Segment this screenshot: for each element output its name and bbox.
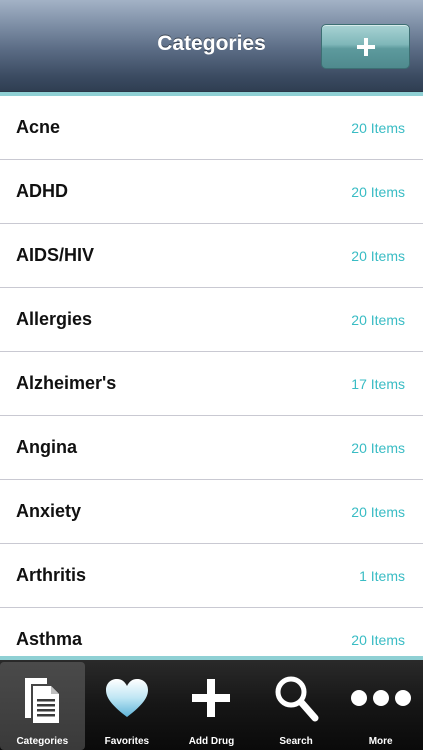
tab-label: More [368, 736, 393, 747]
plus-icon [356, 37, 375, 56]
list-item[interactable]: ADHD 20 Items [0, 160, 423, 224]
tab-more[interactable]: More [338, 660, 423, 750]
documents-icon [25, 678, 60, 723]
list-item[interactable]: Allergies 20 Items [0, 288, 423, 352]
category-count: 20 Items [351, 504, 405, 520]
list-item[interactable]: Arthritis 1 Items [0, 544, 423, 608]
category-count: 20 Items [351, 248, 405, 264]
plus-icon [192, 679, 231, 717]
tab-label: Add Drug [188, 736, 235, 747]
list-item[interactable]: Alzheimer's 17 Items [0, 352, 423, 416]
add-category-button[interactable] [321, 24, 410, 69]
list-item[interactable]: AIDS/HIV 20 Items [0, 224, 423, 288]
navigation-bar: Categories [0, 0, 423, 92]
category-name: Allergies [16, 309, 93, 329]
category-name: AIDS/HIV [16, 245, 95, 265]
tab-search[interactable]: Search [254, 660, 339, 750]
list-item[interactable]: Anxiety 20 Items [0, 480, 423, 544]
tab-bar: Categories Favorites Add Drug Search Mor… [0, 660, 423, 750]
category-name: Anxiety [16, 501, 82, 521]
category-name: Arthritis [16, 565, 87, 585]
magnifier-icon [275, 676, 319, 722]
category-count: 20 Items [351, 184, 405, 200]
category-name: Angina [16, 437, 77, 457]
list-item[interactable]: Asthma 20 Items [0, 608, 423, 656]
list-item[interactable]: Angina 20 Items [0, 416, 423, 480]
tab-label: Search [279, 736, 313, 747]
category-count: 20 Items [351, 440, 405, 456]
tab-add-drug[interactable]: Add Drug [169, 660, 254, 750]
tab-categories[interactable]: Categories [0, 662, 85, 750]
category-name: Asthma [16, 629, 83, 649]
category-count: 20 Items [351, 632, 405, 648]
category-name: ADHD [16, 181, 68, 201]
category-count: 17 Items [351, 376, 405, 392]
category-count: 1 Items [359, 568, 405, 584]
tab-label: Favorites [104, 736, 150, 747]
category-count: 20 Items [351, 120, 405, 136]
category-count: 20 Items [351, 312, 405, 328]
list-item[interactable]: Acne 20 Items [0, 96, 423, 160]
category-name: Alzheimer's [16, 373, 117, 393]
tab-label: Categories [16, 736, 69, 747]
heart-icon [105, 679, 148, 717]
tab-favorites[interactable]: Favorites [85, 660, 170, 750]
category-name: Acne [16, 117, 61, 137]
category-list[interactable]: Acne 20 Items ADHD 20 Items AIDS/HIV 20 … [0, 96, 423, 656]
more-dots-icon [350, 690, 411, 706]
